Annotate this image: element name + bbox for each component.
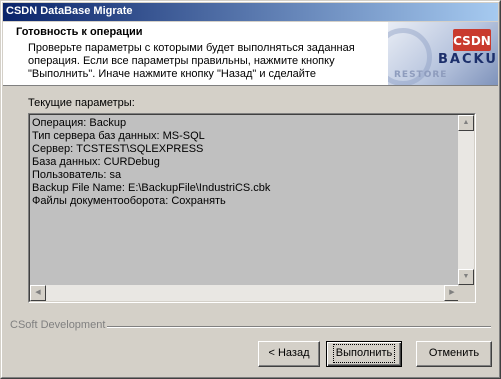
scrollbar-corner [458, 285, 474, 301]
current-params-label: Текущие параметры: [28, 97, 135, 109]
scroll-left-button[interactable]: ◀ [30, 285, 46, 301]
logo-mark-text: CSDN [453, 34, 491, 48]
arrow-down-icon: ▼ [462, 273, 470, 280]
cancel-button-label: Отменить [428, 347, 480, 359]
params-textbox-field[interactable]: Операция: Backup Тип сервера баз данных:… [29, 114, 475, 302]
page-description: Проверьте параметры с которыми будет вып… [28, 42, 355, 80]
execute-button-label: Выполнить [332, 344, 396, 363]
wizard-header: Готовность к операции Проверьте параметр… [3, 22, 498, 86]
back-button-label: < Назад [268, 347, 310, 359]
cancel-button[interactable]: Отменить [416, 341, 492, 367]
execute-button[interactable]: Выполнить [326, 341, 402, 367]
logo-restore-text: RESTORE [394, 70, 448, 80]
param-line: База данных: CURDebug [32, 156, 160, 168]
horizontal-scrollbar[interactable]: ◀ ▶ [30, 285, 460, 301]
param-line: Сервер: TCSTEST\SQLEXPRESS [32, 143, 204, 155]
title-bar[interactable]: CSDN DataBase Migrate [3, 3, 498, 21]
backup-restore-logo: CSDN BACKUP RESTORE [388, 22, 498, 85]
csdn-logo-mark: CSDN [453, 29, 491, 51]
scroll-down-button[interactable]: ▼ [458, 269, 474, 285]
logo-backup-text: BACKUP [438, 52, 498, 67]
arrow-right-icon: ▶ [449, 289, 455, 296]
params-lines: Операция: Backup Тип сервера баз данных:… [32, 117, 458, 208]
param-line: Операция: Backup [32, 117, 127, 129]
footer-brand: CSoft Development [10, 319, 106, 331]
arrow-up-icon: ▲ [462, 119, 470, 126]
footer-divider [107, 326, 491, 328]
scroll-up-button[interactable]: ▲ [458, 115, 474, 131]
param-line: Файлы документооборота: Сохранять [32, 195, 226, 207]
wizard-window: CSDN DataBase Migrate Готовность к опера… [0, 0, 501, 379]
vertical-scrollbar[interactable]: ▲ ▼ [458, 115, 474, 285]
param-line: Пользователь: sa [32, 169, 122, 181]
param-line: Backup File Name: E:\BackupFile\Industri… [32, 182, 271, 194]
page-title: Готовность к операции [16, 26, 143, 38]
back-button[interactable]: < Назад [258, 341, 320, 367]
window-title: CSDN DataBase Migrate [6, 5, 133, 17]
arrow-left-icon: ◀ [35, 289, 41, 296]
params-textbox[interactable]: Операция: Backup Тип сервера баз данных:… [28, 113, 476, 303]
param-line: Тип сервера баз данных: MS-SQL [32, 130, 205, 142]
